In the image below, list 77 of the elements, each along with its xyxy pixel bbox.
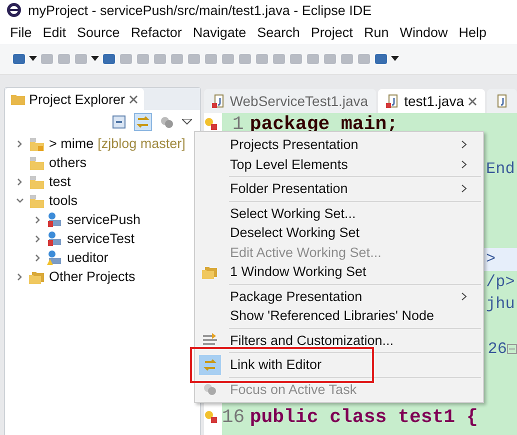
expand-chevron-icon[interactable] (34, 254, 42, 262)
menu-item[interactable]: Filters and Customization... (195, 330, 483, 350)
menu-item[interactable]: Source (77, 24, 120, 40)
folder-icon (11, 93, 25, 105)
code-fragment: End (486, 160, 516, 178)
tree-label: servicePush (67, 212, 141, 227)
expand-chevron-icon[interactable] (16, 140, 24, 148)
link-editor-toggle[interactable] (134, 113, 152, 131)
editor-tab[interactable] (487, 89, 517, 113)
tree-label: serviceTest (67, 231, 135, 246)
circles-icon[interactable] (160, 115, 174, 129)
tree-label: ueditor (67, 250, 108, 265)
collapse-all-icon[interactable] (112, 115, 126, 129)
web-project-icon (47, 250, 63, 266)
java-file-icon (386, 94, 400, 108)
code-fragment: > (486, 250, 497, 268)
error-marker-icon (204, 410, 218, 424)
expand-chevron-icon[interactable] (34, 216, 42, 224)
menu-item[interactable]: File (10, 24, 32, 40)
code-line: public class test1 { (250, 406, 478, 428)
menu-item[interactable]: Window (400, 24, 448, 40)
expand-chevron-icon[interactable] (16, 272, 24, 280)
project-folder-icon (29, 156, 45, 170)
menu-item[interactable]: Deselect Working Set (195, 223, 483, 242)
menu-item[interactable]: Search (257, 24, 300, 40)
tree-item[interactable]: ueditor (5, 248, 184, 267)
menu-item[interactable]: Help (458, 24, 486, 40)
window-title: myProject - servicePush/src/main/test1.java - Eclipse IDE (28, 2, 372, 18)
fold-icon[interactable] (507, 343, 517, 356)
tree-label: tools (49, 193, 78, 208)
menu-item[interactable]: Package Presentation (195, 286, 483, 306)
menu-item[interactable]: Navigate (192, 24, 246, 40)
panel-tab[interactable]: Project Explorer (5, 88, 144, 110)
menu-item[interactable]: Project (310, 24, 353, 40)
circles-icon (203, 382, 217, 396)
tree-label: test (49, 174, 71, 189)
editor-tab[interactable]: test1.java (378, 89, 485, 113)
folders-icon (29, 270, 45, 284)
menu-item[interactable]: Run (364, 24, 389, 40)
line-number: 16 (222, 406, 245, 428)
arrows-icon (202, 333, 218, 348)
error-marker-icon (204, 117, 218, 132)
web-project-icon (47, 212, 63, 228)
folders-icon (202, 264, 218, 279)
code-line: package main; (250, 113, 398, 136)
expand-chevron-icon[interactable] (16, 196, 24, 204)
editor-tab[interactable]: WebServiceTest1.java (204, 89, 376, 113)
tree-label: Other Projects (49, 269, 136, 284)
tree-item[interactable]: servicePush (5, 210, 184, 229)
project-folder-icon (29, 194, 45, 208)
close-icon[interactable] (129, 94, 138, 104)
code-fragment: 26 (488, 340, 507, 358)
expand-chevron-icon[interactable] (34, 234, 42, 242)
panel-title: Project Explorer (29, 92, 126, 106)
close-icon[interactable] (468, 96, 477, 106)
caret-icon[interactable] (91, 56, 99, 62)
menu-item[interactable]: Show 'Referenced Libraries' Node (195, 306, 483, 326)
menu-item[interactable]: Link with Editor (195, 355, 372, 374)
git-branch-label: [zjblog master] (98, 136, 186, 151)
web-project-icon (47, 230, 63, 246)
caret-icon[interactable] (391, 56, 399, 62)
tree-label: > mime (49, 136, 94, 151)
tree-item[interactable]: serviceTest (5, 229, 184, 248)
java-file-icon (212, 94, 226, 108)
project-folder-icon (29, 174, 45, 188)
menu-item[interactable]: Refactor (130, 24, 182, 40)
code-fragment: jhu (486, 295, 516, 314)
code-fragment: /p> (486, 272, 516, 291)
expand-chevron-icon[interactable] (16, 178, 24, 186)
line-number: 1 (232, 113, 244, 136)
tree-label: others (49, 155, 87, 170)
link-arrows-icon (203, 358, 217, 372)
java-file-icon (495, 94, 509, 108)
menu-item[interactable]: Edit (42, 24, 66, 40)
caret-icon[interactable] (29, 56, 37, 62)
project-folder-icon (29, 136, 45, 150)
dropdown-caret-icon[interactable] (182, 119, 192, 125)
